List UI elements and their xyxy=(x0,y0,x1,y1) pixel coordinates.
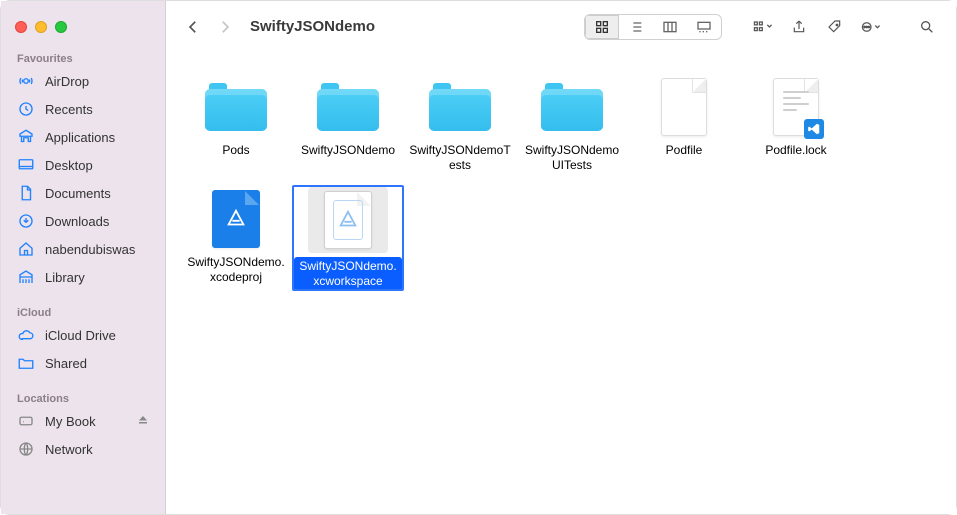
file-item-icon xyxy=(312,73,384,141)
file-item-name: SwiftyJSONdemo.xcodeproj xyxy=(182,253,290,287)
sidebar-item-desktop[interactable]: Desktop xyxy=(1,151,165,179)
xcodeproj-icon xyxy=(212,190,260,248)
view-columns-button[interactable] xyxy=(653,15,687,39)
file-item-icon xyxy=(648,73,720,141)
xcworkspace-icon xyxy=(324,191,372,249)
clock-icon xyxy=(17,100,35,118)
file-icon xyxy=(773,78,819,136)
library-icon xyxy=(17,268,35,286)
eject-icon[interactable] xyxy=(137,414,149,429)
file-item[interactable]: SwiftyJSONdemo.xcodeproj xyxy=(180,185,292,291)
back-button[interactable] xyxy=(180,14,206,40)
sidebar-item-iclouddrive[interactable]: iCloud Drive xyxy=(1,321,165,349)
sidebar-item-label: Recents xyxy=(45,102,149,117)
sidebar-item-documents[interactable]: Documents xyxy=(1,179,165,207)
fullscreen-window-button[interactable] xyxy=(55,21,67,33)
group-by-button[interactable] xyxy=(748,14,778,40)
file-item[interactable]: Pods xyxy=(180,73,292,175)
home-icon xyxy=(17,240,35,258)
file-item[interactable]: SwiftyJSONdemo xyxy=(292,73,404,175)
file-item-name: Podfile xyxy=(663,141,706,160)
folder-icon xyxy=(541,83,603,131)
sidebar: Favourites AirDrop Recents Applications … xyxy=(1,1,166,514)
minimize-window-button[interactable] xyxy=(35,21,47,33)
sidebar-item-shared[interactable]: Shared xyxy=(1,349,165,377)
view-list-button[interactable] xyxy=(619,15,653,39)
sidebar-item-label: Shared xyxy=(45,356,149,371)
sidebar-section-locations: Locations xyxy=(1,387,165,407)
close-window-button[interactable] xyxy=(15,21,27,33)
file-item-icon xyxy=(760,73,832,141)
window-title: SwiftyJSONdemo xyxy=(250,18,375,35)
folder-icon xyxy=(429,83,491,131)
vscode-badge-icon xyxy=(804,119,824,139)
file-icon xyxy=(661,78,707,136)
sidebar-item-home[interactable]: nabendubiswas xyxy=(1,235,165,263)
sidebar-section-icloud: iCloud xyxy=(1,301,165,321)
view-mode-segment xyxy=(584,14,722,40)
downloads-icon xyxy=(17,212,35,230)
sidebar-item-label: Network xyxy=(45,442,149,457)
file-item-name: Podfile.lock xyxy=(762,141,829,160)
sidebar-item-label: AirDrop xyxy=(45,74,149,89)
sidebar-item-recents[interactable]: Recents xyxy=(1,95,165,123)
window-controls xyxy=(1,9,165,47)
file-item-name: Pods xyxy=(219,141,252,160)
sidebar-item-mybook[interactable]: My Book xyxy=(1,407,165,435)
file-item[interactable]: Podfile.lock xyxy=(740,73,852,175)
desktop-icon xyxy=(17,156,35,174)
file-item-icon xyxy=(536,73,608,141)
file-item-name: SwiftyJSONdemo xyxy=(298,141,398,160)
toolbar: SwiftyJSONdemo xyxy=(166,1,956,53)
sidebar-item-label: nabendubiswas xyxy=(45,242,149,257)
share-button[interactable] xyxy=(784,14,814,40)
sidebar-section-favourites: Favourites xyxy=(1,47,165,67)
sidebar-item-label: Desktop xyxy=(45,158,149,173)
file-item-name: SwiftyJSONdemoTests xyxy=(406,141,514,175)
sidebar-item-label: iCloud Drive xyxy=(45,328,149,343)
file-item[interactable]: SwiftyJSONdemoUITests xyxy=(516,73,628,175)
applications-icon xyxy=(17,128,35,146)
sidebar-item-applications[interactable]: Applications xyxy=(1,123,165,151)
file-item[interactable]: Podfile xyxy=(628,73,740,175)
sidebar-item-label: Applications xyxy=(45,130,149,145)
view-gallery-button[interactable] xyxy=(687,15,721,39)
cloud-icon xyxy=(17,326,35,344)
view-icons-button[interactable] xyxy=(585,15,619,39)
sidebar-item-label: My Book xyxy=(45,414,127,429)
tags-button[interactable] xyxy=(820,14,850,40)
sidebar-item-label: Library xyxy=(45,270,149,285)
sidebar-item-airdrop[interactable]: AirDrop xyxy=(1,67,165,95)
file-item[interactable]: SwiftyJSONdemoTests xyxy=(404,73,516,175)
file-item-icon xyxy=(424,73,496,141)
airdrop-icon xyxy=(17,72,35,90)
sidebar-item-label: Documents xyxy=(45,186,149,201)
file-item[interactable]: SwiftyJSONdemo.xcworkspace xyxy=(292,185,404,291)
sidebar-item-label: Downloads xyxy=(45,214,149,229)
file-item-icon xyxy=(200,185,272,253)
file-item-name: SwiftyJSONdemo.xcworkspace xyxy=(294,257,402,291)
sidebar-item-network[interactable]: Network xyxy=(1,435,165,463)
folder-icon xyxy=(317,83,379,131)
file-item-icon xyxy=(200,73,272,141)
external-disk-icon xyxy=(17,412,35,430)
actions-button[interactable] xyxy=(856,14,886,40)
search-button[interactable] xyxy=(912,14,942,40)
shared-folder-icon xyxy=(17,354,35,372)
file-item-name: SwiftyJSONdemoUITests xyxy=(518,141,626,175)
folder-icon xyxy=(205,83,267,131)
documents-icon xyxy=(17,184,35,202)
sidebar-item-library[interactable]: Library xyxy=(1,263,165,291)
network-icon xyxy=(17,440,35,458)
main-pane: SwiftyJSONdemo Pods SwiftyJSONdemo SwiftyJ… xyxy=(166,1,956,514)
file-grid[interactable]: PodsSwiftyJSONdemoSwiftyJSONdemoTestsSwi… xyxy=(166,53,956,514)
sidebar-item-downloads[interactable]: Downloads xyxy=(1,207,165,235)
forward-button[interactable] xyxy=(212,14,238,40)
file-item-icon xyxy=(308,187,388,253)
